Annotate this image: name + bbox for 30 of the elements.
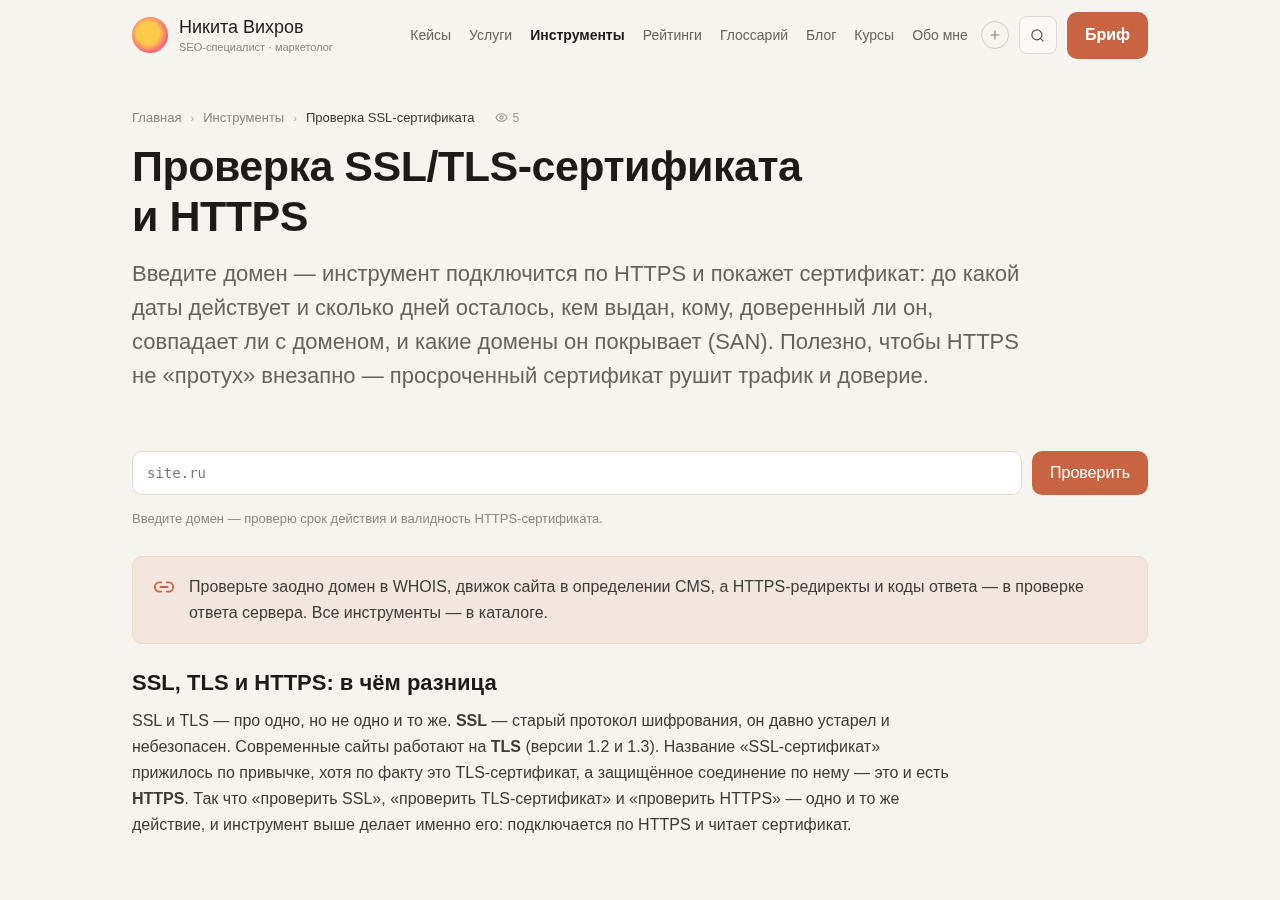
nav-link[interactable]: Курсы (845, 27, 904, 43)
nav-link[interactable]: Блог (797, 27, 846, 43)
breadcrumb-current: Проверка SSL-сертификата (305, 110, 475, 125)
plus-icon (987, 28, 1002, 42)
brief-button[interactable]: Бриф (1066, 11, 1148, 59)
nav-link[interactable]: Рейтинги (633, 27, 711, 43)
input-hint: Введите домен — проверю срок действия и валидность HTTPS-сертификата. (132, 511, 604, 526)
breadcrumb-separator: › (293, 111, 297, 124)
section-heading: SSL, TLS и HTTPS: в чём разница (132, 670, 498, 696)
view-count: 5 (512, 110, 520, 125)
site-owner-name: Никита Вихров (179, 17, 305, 38)
section-paragraph: SSL и TLS — про одно, но не одно и то же. SSL — старый протокол шифрования, он давно устарел и небезопасен. Современные сайты работают на TLS (версии 1.2 и 1.3). Название «SSL-сертификат» прижилось по привычке, хотя по факту это TLS-сертификат, а защищённое соединение по нему — это и есть HTTPS. Так что «проверить SSL», «проверить TLS-сертификат» и «проверить HTTPS» — одно и то же действие, и инструмент выше делает именно его: подключается по HTTPS и читает сертификат. (132, 711, 950, 835)
views-icon (495, 111, 509, 124)
callout-text: Проверьте заодно домен в WHOIS, движок сайта в определении CMS, а HTTPS-редиректы и коды ответа — в проверке ответа сервера. Все инструменты — в каталоге. (189, 577, 1085, 623)
domain-input-field[interactable]: site.ru (132, 451, 1022, 495)
nav-link[interactable]: Услуги (460, 27, 522, 43)
nav-link[interactable]: Кейсы (401, 27, 461, 43)
page-title: Проверка SSL/TLS-сертификата и HTTPS (132, 141, 804, 241)
search-button[interactable] (1018, 16, 1057, 54)
search-icon (1030, 27, 1046, 43)
avatar (132, 17, 168, 53)
nav-link[interactable]: Глоссарий (710, 27, 798, 43)
nav-link[interactable]: Обо мне (903, 27, 977, 43)
tagline: SEO-специалист · маркетолог (179, 41, 333, 53)
check-button[interactable]: Проверить (1032, 451, 1148, 495)
breadcrumb-link[interactable]: Инструменты (203, 110, 285, 125)
breadcrumb-link[interactable]: Главная (132, 110, 182, 125)
nav-link[interactable]: Инструменты (521, 27, 634, 43)
breadcrumb-separator: › (190, 111, 195, 124)
lead-paragraph: Введите домен — инструмент подключится по HTTPS и покажет сертификат: до какой даты действует и сколько дней осталось, кем выдан, кому, доверенный ли он, совпадает ли с доменом, и какие домены он покрывает (SAN). Полезно, чтобы HTTPS не «протух» внезапно — просроченный сертификат рушит трафик и доверие. (132, 260, 1021, 390)
